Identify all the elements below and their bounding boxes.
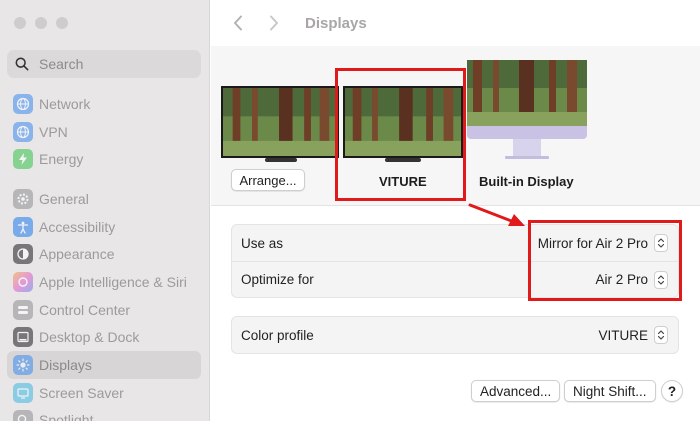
toolbar: Displays (211, 0, 700, 46)
search-icon (15, 57, 29, 71)
chevron-right-icon (270, 15, 278, 31)
up-down-chevron-icon (654, 326, 668, 344)
sidebar-item-spotlight[interactable]: Spotlight (7, 407, 201, 421)
sidebar-item-screen-saver[interactable]: Screen Saver (7, 379, 201, 407)
screen-saver-icon (13, 382, 33, 403)
sidebar-item-vpn[interactable]: VPN (7, 118, 201, 146)
help-button[interactable]: ? (661, 380, 683, 402)
main-pane: Displays Arrange... VITURE Built-in Disp… (211, 0, 700, 421)
appearance-icon (13, 244, 33, 265)
search-field[interactable] (7, 50, 201, 78)
arrange-button[interactable]: Arrange... (231, 169, 305, 191)
optimize-for-value: Air 2 Pro (595, 272, 648, 287)
color-profile-row: Color profile VITURE (232, 317, 678, 353)
forest-wallpaper-image (467, 60, 587, 126)
page-title: Displays (305, 14, 367, 32)
sidebar-item-label: Spotlight (39, 412, 94, 421)
forward-button[interactable] (267, 13, 281, 33)
sidebar-group-connectivity: Network VPN Energy (7, 90, 201, 173)
advanced-button[interactable]: Advanced... (471, 380, 561, 402)
sidebar-item-accessibility[interactable]: Accessibility (7, 213, 201, 241)
sidebar-item-control-center[interactable]: Control Center (7, 296, 201, 324)
sidebar-item-energy[interactable]: Energy (7, 145, 201, 173)
use-as-label: Use as (241, 235, 284, 251)
sidebar-item-general[interactable]: General (7, 185, 201, 213)
sidebar-item-network[interactable]: Network (7, 90, 201, 118)
external-display-left[interactable] (221, 86, 339, 166)
sidebar-item-label: Accessibility (39, 218, 116, 235)
color-profile-popup[interactable]: VITURE (598, 326, 668, 344)
accessibility-icon (13, 216, 33, 237)
forest-wallpaper-image (223, 88, 337, 156)
sidebar: Network VPN Energy General Accessibility… (0, 0, 210, 421)
display-arrangement: Arrange... VITURE Built-in Display (211, 46, 700, 206)
gear-icon (13, 188, 33, 209)
sidebar-item-label: Apple Intelligence & Siri (39, 273, 187, 290)
control-center-icon (13, 299, 33, 320)
sidebar-item-apple-intelligence-siri[interactable]: Apple Intelligence & Siri (7, 268, 201, 296)
sidebar-item-appearance[interactable]: Appearance (7, 240, 201, 268)
optimize-for-label: Optimize for (241, 272, 314, 287)
optimize-for-row: Optimize for Air 2 Pro (232, 261, 678, 297)
sidebar-item-displays[interactable]: Displays (7, 351, 201, 379)
use-as-row: Use as Mirror for Air 2 Pro (232, 225, 678, 261)
zoom-window-button[interactable] (56, 17, 68, 29)
siri-icon (13, 271, 33, 292)
bolt-icon (13, 149, 33, 170)
builtin-display[interactable] (467, 60, 587, 160)
sidebar-item-desktop-dock[interactable]: Desktop & Dock (7, 323, 201, 351)
forest-wallpaper-image (345, 88, 461, 156)
globe-icon (13, 93, 33, 114)
use-as-popup[interactable]: Mirror for Air 2 Pro (538, 234, 668, 252)
sidebar-item-label: Appearance (39, 246, 115, 263)
vpn-globe-icon (13, 121, 33, 142)
close-window-button[interactable] (14, 17, 26, 29)
dock-icon (13, 327, 33, 348)
sidebar-item-label: Energy (39, 151, 84, 168)
sidebar-item-label: VPN (39, 123, 68, 140)
sidebar-item-label: General (39, 190, 89, 207)
sidebar-item-label: Network (39, 95, 91, 112)
night-shift-button[interactable]: Night Shift... (564, 380, 656, 402)
viture-display[interactable] (343, 86, 463, 166)
sidebar-item-label: Desktop & Dock (39, 329, 140, 346)
window-controls (14, 17, 68, 29)
color-profile-label: Color profile (241, 327, 314, 343)
color-profile-group: Color profile VITURE (231, 316, 679, 354)
sun-icon (13, 354, 33, 375)
minimize-window-button[interactable] (35, 17, 47, 29)
sidebar-item-label: Control Center (39, 301, 131, 318)
display-settings-group: Use as Mirror for Air 2 Pro Optimize for… (231, 224, 679, 298)
color-profile-value: VITURE (598, 327, 648, 343)
sidebar-group-system: General Accessibility Appearance Apple I… (7, 185, 201, 421)
optimize-for-popup[interactable]: Air 2 Pro (595, 270, 668, 289)
up-down-chevron-icon (654, 270, 668, 289)
viture-display-label: VITURE (379, 174, 427, 189)
sidebar-item-label: Displays (39, 356, 92, 373)
up-down-chevron-icon (654, 234, 668, 252)
builtin-display-label: Built-in Display (479, 174, 574, 189)
sidebar-item-label: Screen Saver (39, 384, 124, 401)
back-button[interactable] (231, 13, 245, 33)
search-input[interactable] (39, 56, 189, 72)
spotlight-icon (13, 410, 33, 421)
use-as-value: Mirror for Air 2 Pro (537, 235, 648, 251)
chevron-left-icon (234, 15, 242, 31)
